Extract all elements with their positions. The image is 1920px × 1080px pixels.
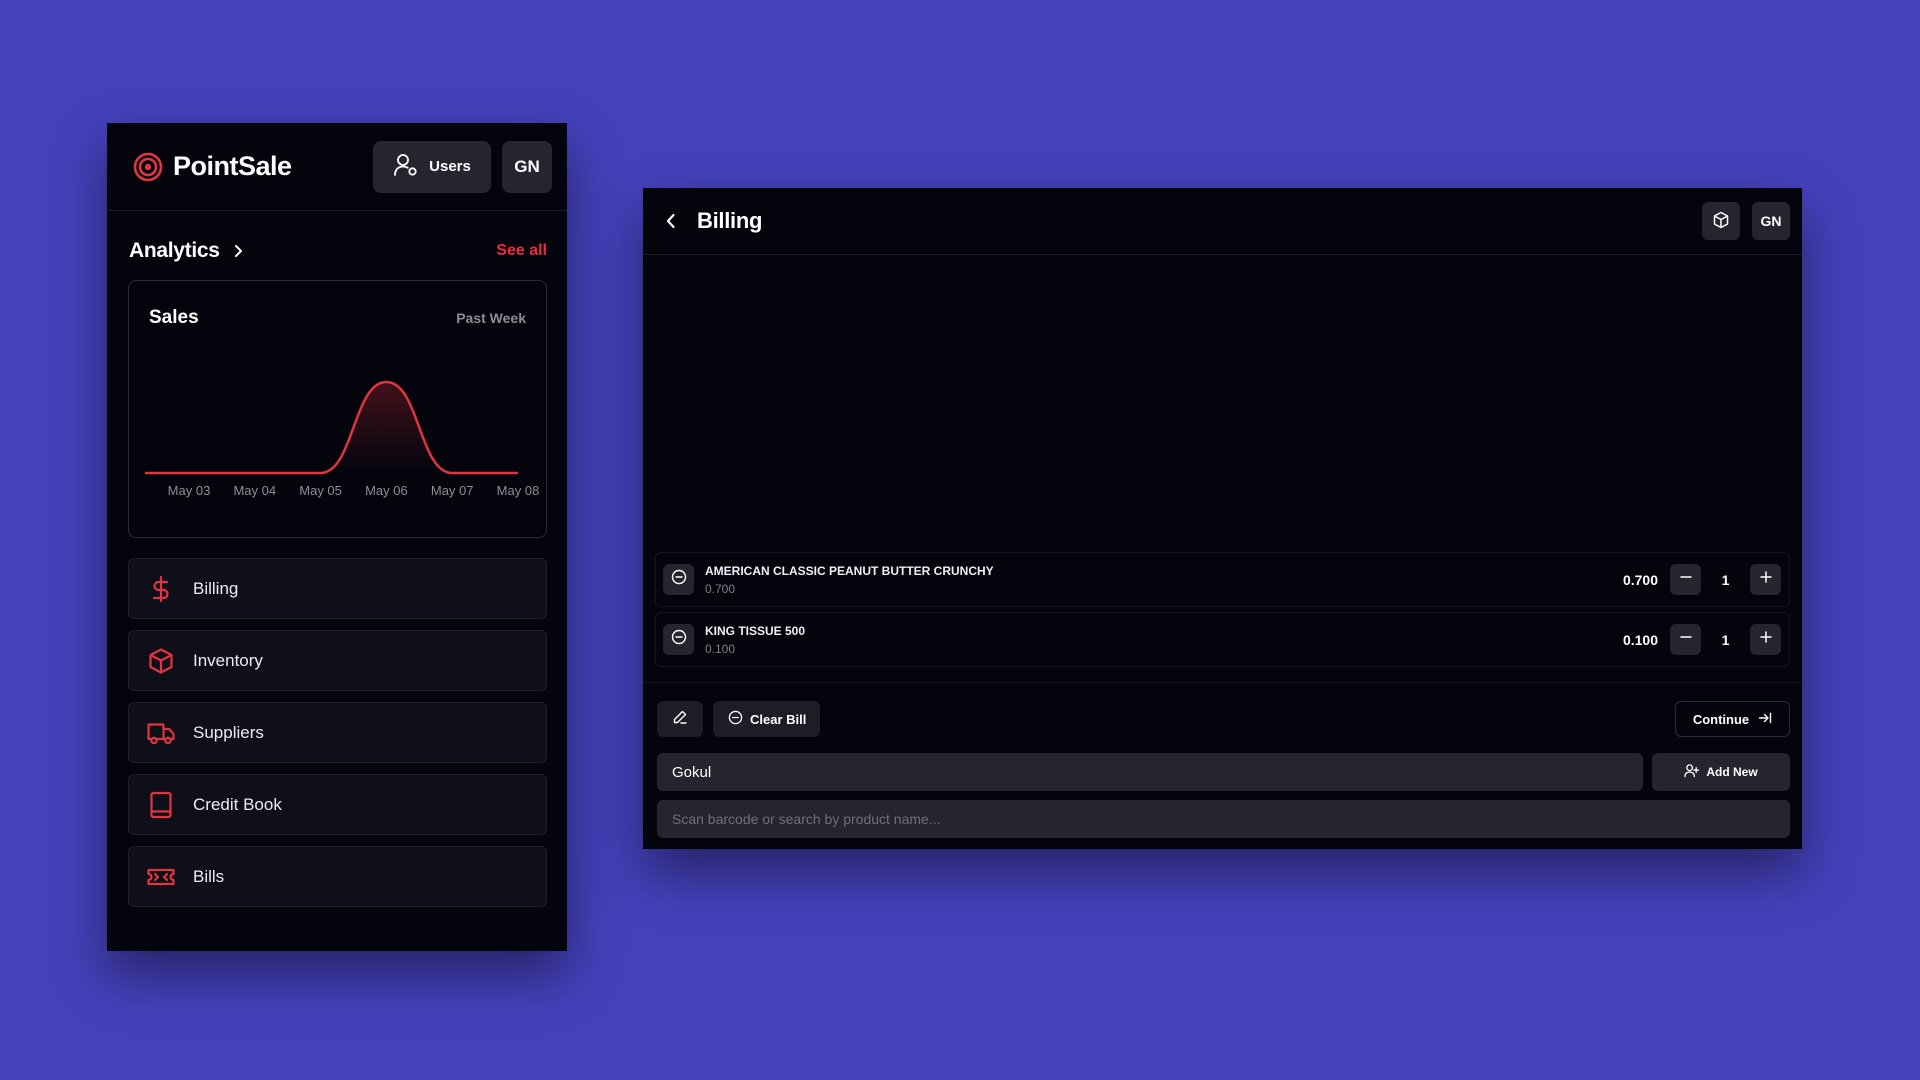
remove-item-button[interactable]	[663, 624, 694, 655]
inventory-button[interactable]	[1702, 202, 1740, 240]
x-tick-label: May 04	[233, 483, 276, 498]
add-new-customer-button[interactable]: Add New	[1652, 753, 1790, 791]
nav-suppliers[interactable]: Suppliers	[128, 702, 547, 763]
nav-inventory[interactable]: Inventory	[128, 630, 547, 691]
ticket-icon	[147, 863, 175, 891]
user-plus-icon	[1684, 763, 1700, 781]
pencil-icon	[672, 709, 688, 730]
home-panel: PointSale Users GN Analytics See all Sal…	[107, 123, 567, 951]
item-total: 0.700	[1622, 571, 1658, 588]
plus-icon	[1759, 630, 1773, 649]
x-tick-label: May 06	[365, 483, 408, 498]
sales-line-chart: May 03 May 04 May 05 May 06 May 07 May 08	[145, 380, 540, 498]
item-quantity: 1	[1721, 571, 1730, 588]
nav-billing[interactable]: Billing	[128, 558, 547, 619]
customer-name-field[interactable]	[657, 753, 1643, 791]
user-avatar-button[interactable]: GN	[1752, 202, 1790, 240]
truck-icon	[147, 719, 175, 747]
customer-row: Add New	[657, 753, 1790, 791]
clear-bill-button[interactable]: Clear Bill	[713, 701, 821, 737]
users-label: Users	[429, 158, 471, 175]
dollar-icon	[147, 575, 175, 603]
box-icon	[1712, 211, 1730, 232]
user-settings-icon	[393, 152, 419, 182]
page-title: Billing	[697, 208, 763, 233]
home-header: PointSale Users GN	[107, 123, 567, 211]
item-name: AMERICAN CLASSIC PEANUT BUTTER CRUNCHY	[705, 563, 994, 578]
item-name: KING TISSUE 500	[705, 623, 806, 638]
increase-qty-button[interactable]	[1750, 564, 1781, 595]
bill-actions: Clear Bill Continue	[657, 701, 1790, 737]
x-tick-label: May 03	[168, 483, 211, 498]
decrease-qty-button[interactable]	[1670, 624, 1701, 655]
x-tick-label: May 08	[497, 483, 540, 498]
minus-icon	[1679, 570, 1693, 589]
add-new-label: Add New	[1706, 765, 1758, 779]
bill-item-row: KING TISSUE 500 0.100 0.100 1	[655, 612, 1790, 667]
minus-icon	[1679, 630, 1693, 649]
nav-suppliers-label: Suppliers	[193, 722, 264, 742]
target-logo-icon	[133, 152, 163, 182]
remove-item-button[interactable]	[663, 564, 694, 595]
sales-area-fill	[145, 382, 518, 473]
arrow-right-to-line-icon	[1758, 711, 1772, 728]
edit-bill-button[interactable]	[657, 701, 703, 737]
nav-inventory-label: Inventory	[193, 650, 263, 670]
nav-bills-label: Bills	[193, 866, 225, 886]
increase-qty-button[interactable]	[1750, 624, 1781, 655]
book-icon	[147, 791, 175, 819]
item-quantity: 1	[1721, 631, 1730, 648]
continue-label: Continue	[1692, 711, 1750, 727]
nav-bills[interactable]: Bills	[128, 846, 547, 907]
sales-series-line	[145, 380, 518, 475]
app-logo[interactable]: PointSale	[133, 151, 292, 182]
product-search-input[interactable]	[657, 800, 1790, 838]
box-icon	[147, 647, 175, 675]
main-nav: Billing Inventory Suppliers Credit Book …	[128, 558, 547, 907]
sales-chart-card[interactable]: Sales Past Week May 03 May 04 May 05 May 06…	[128, 280, 547, 538]
clear-bill-label: Clear Bill	[750, 711, 807, 727]
nav-credit-book-label: Credit Book	[193, 794, 282, 814]
minus-circle-icon	[671, 569, 687, 590]
billing-panel: Billing GN AMERICAN CLASSIC PEANUT BUTTE…	[643, 188, 1802, 849]
see-all-link[interactable]: See all	[496, 242, 547, 260]
app-name: PointSale	[173, 151, 292, 181]
bill-items-list: AMERICAN CLASSIC PEANUT BUTTER CRUNCHY 0…	[655, 552, 1790, 667]
plus-icon	[1759, 570, 1773, 589]
item-total: 0.100	[1622, 631, 1658, 648]
chevron-right-icon[interactable]	[232, 244, 244, 258]
divider	[643, 682, 1802, 683]
analytics-title[interactable]: Analytics	[129, 239, 220, 263]
decrease-qty-button[interactable]	[1670, 564, 1701, 595]
analytics-header: Analytics See all	[107, 239, 567, 263]
nav-billing-label: Billing	[193, 578, 239, 598]
billing-header: Billing GN	[643, 188, 1802, 255]
minus-circle-icon	[728, 710, 743, 728]
nav-credit-book[interactable]: Credit Book	[128, 774, 547, 835]
users-button[interactable]: Users	[373, 140, 491, 193]
bill-item-row: AMERICAN CLASSIC PEANUT BUTTER CRUNCHY 0…	[655, 552, 1790, 607]
continue-button[interactable]: Continue	[1675, 701, 1790, 737]
item-unit-price: 0.700	[705, 581, 736, 596]
back-chevron-icon[interactable]	[661, 211, 681, 231]
user-avatar-button[interactable]: GN	[502, 140, 552, 193]
x-tick-label: May 07	[431, 483, 474, 498]
x-tick-label: May 05	[299, 483, 342, 498]
minus-circle-icon	[671, 629, 687, 650]
item-unit-price: 0.100	[705, 641, 736, 656]
